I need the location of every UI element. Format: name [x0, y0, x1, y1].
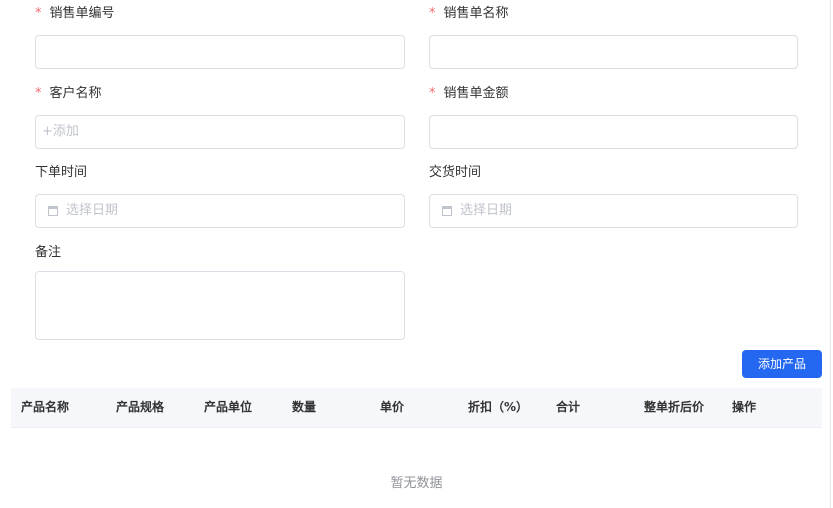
delivery-time-picker[interactable]: 选择日期	[429, 194, 798, 228]
order-name-label: * 销售单名称	[429, 6, 509, 21]
column-header: 单价	[380, 400, 405, 414]
calendar-icon	[48, 206, 58, 216]
add-product-button[interactable]: 添加产品	[742, 350, 822, 378]
customer-label: * 客户名称	[35, 86, 102, 101]
column-header: 数量	[292, 400, 317, 414]
product-table-header: 产品名称 产品规格 产品单位 数量 单价 折扣（%） 合计 整单折后价 操作	[11, 388, 822, 428]
remark-label: 备注	[35, 245, 62, 260]
amount-input[interactable]	[429, 115, 798, 149]
delivery-time-label: 交货时间	[429, 165, 482, 180]
amount-label: * 销售单金额	[429, 86, 509, 101]
order-time-picker[interactable]: 选择日期	[35, 194, 405, 228]
order-name-input[interactable]	[429, 35, 798, 69]
order-no-input[interactable]	[35, 35, 405, 69]
column-header: 产品单位	[204, 400, 253, 414]
page-edge-divider	[830, 0, 831, 508]
order-time-label: 下单时间	[35, 165, 88, 180]
empty-table-text: 暂无数据	[390, 476, 443, 491]
remark-textarea[interactable]	[35, 271, 405, 340]
order-no-label: * 销售单编号	[35, 6, 115, 21]
column-header: 折扣（%）	[468, 400, 529, 414]
column-header: 产品规格	[116, 400, 165, 414]
column-header: 整单折后价	[644, 400, 705, 414]
customer-placeholder: +添加	[42, 124, 79, 139]
calendar-icon	[442, 206, 452, 216]
column-header: 合计	[556, 400, 581, 414]
column-header: 操作	[732, 400, 757, 414]
customer-input[interactable]: +添加	[35, 115, 405, 149]
column-header: 产品名称	[21, 400, 70, 414]
